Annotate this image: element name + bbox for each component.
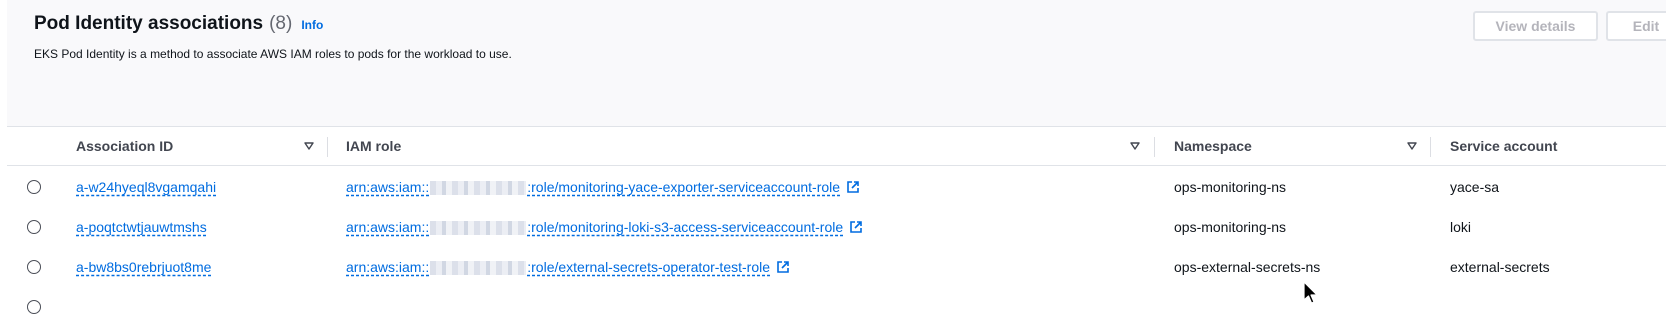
- row-select-radio[interactable]: [27, 220, 41, 234]
- iam-role-link[interactable]: arn:aws:iam:::role/external-secrets-oper…: [346, 258, 771, 276]
- column-divider[interactable]: [1154, 137, 1155, 157]
- external-link-icon[interactable]: [776, 260, 790, 274]
- info-link[interactable]: Info: [301, 18, 323, 32]
- namespace-cell: ops-external-secrets-ns: [1174, 259, 1321, 275]
- iam-role-cell: arn:aws:iam:::role/monitoring-yace-expor…: [346, 167, 860, 207]
- iam-role-cell: arn:aws:iam:::role/monitoring-loki-s3-ac…: [346, 207, 863, 247]
- redacted-account-id: [430, 181, 527, 196]
- iam-role-suffix: :role/monitoring-yace-exporter-serviceac…: [527, 178, 841, 195]
- external-link-icon[interactable]: [846, 180, 860, 194]
- iam-role-suffix: :role/external-secrets-operator-test-rol…: [527, 258, 771, 275]
- iam-role-link[interactable]: arn:aws:iam:::role/monitoring-loki-s3-ac…: [346, 218, 844, 236]
- service-account-cell: yace-sa: [1450, 179, 1500, 195]
- table-row[interactable]: a-poqtctwtjauwtmshs arn:aws:iam:::role/m…: [7, 207, 1666, 248]
- namespace-cell: ops-monitoring-ns: [1174, 219, 1287, 235]
- view-details-button[interactable]: View details: [1473, 11, 1598, 41]
- row-select-radio[interactable]: [27, 260, 41, 274]
- iam-role-link[interactable]: arn:aws:iam:::role/monitoring-yace-expor…: [346, 178, 841, 196]
- external-link-icon[interactable]: [849, 220, 863, 234]
- column-divider[interactable]: [1430, 137, 1431, 157]
- edit-button[interactable]: Edit: [1606, 11, 1666, 41]
- table-row[interactable]: a-w24hyeql8vgamqahi arn:aws:iam:::role/m…: [7, 167, 1666, 208]
- column-header-association-id[interactable]: Association ID: [76, 127, 173, 165]
- column-divider[interactable]: [327, 137, 328, 157]
- association-id-link[interactable]: a-w24hyeql8vgamqahi: [76, 179, 216, 195]
- caret-down-icon[interactable]: [1130, 141, 1140, 151]
- column-header-namespace[interactable]: Namespace: [1174, 127, 1252, 165]
- namespace-cell: ops-monitoring-ns: [1174, 179, 1287, 195]
- pod-identity-associations-panel: Pod Identity associations (8) Info EKS P…: [0, 0, 1666, 314]
- iam-role-prefix: arn:aws:iam::: [346, 218, 430, 235]
- row-select-radio[interactable]: [27, 180, 41, 194]
- title-row: Pod Identity associations (8) Info: [34, 13, 323, 35]
- association-id-link[interactable]: a-bw8bs0rebrjuot8me: [76, 259, 211, 275]
- service-account-cell: external-secrets: [1450, 259, 1550, 275]
- item-count: (8): [269, 13, 293, 34]
- redacted-account-id: [430, 261, 527, 276]
- panel-header: Pod Identity associations (8) Info EKS P…: [7, 0, 1666, 127]
- column-header-iam-role[interactable]: IAM role: [346, 127, 401, 165]
- caret-down-icon[interactable]: [304, 141, 314, 151]
- iam-role-suffix: :role/monitoring-loki-s3-access-servicea…: [527, 218, 844, 235]
- row-select-radio[interactable]: [27, 300, 41, 314]
- table-row[interactable]: a-bw8bs0rebrjuot8me arn:aws:iam:::role/e…: [7, 247, 1666, 288]
- association-id-link[interactable]: a-poqtctwtjauwtmshs: [76, 219, 207, 235]
- column-header-service-account[interactable]: Service account: [1450, 127, 1557, 165]
- table-header: Association ID IAM role Namespace Servic…: [7, 127, 1666, 166]
- table-row[interactable]: [7, 287, 1666, 314]
- caret-down-icon[interactable]: [1407, 141, 1417, 151]
- redacted-account-id: [430, 221, 527, 236]
- panel-title: Pod Identity associations: [34, 13, 264, 34]
- iam-role-cell: arn:aws:iam:::role/external-secrets-oper…: [346, 247, 790, 287]
- iam-role-prefix: arn:aws:iam::: [346, 258, 430, 275]
- panel-description: EKS Pod Identity is a method to associat…: [34, 47, 512, 61]
- service-account-cell: loki: [1450, 219, 1472, 235]
- mouse-pointer-icon: [1303, 281, 1318, 304]
- iam-role-prefix: arn:aws:iam::: [346, 178, 430, 195]
